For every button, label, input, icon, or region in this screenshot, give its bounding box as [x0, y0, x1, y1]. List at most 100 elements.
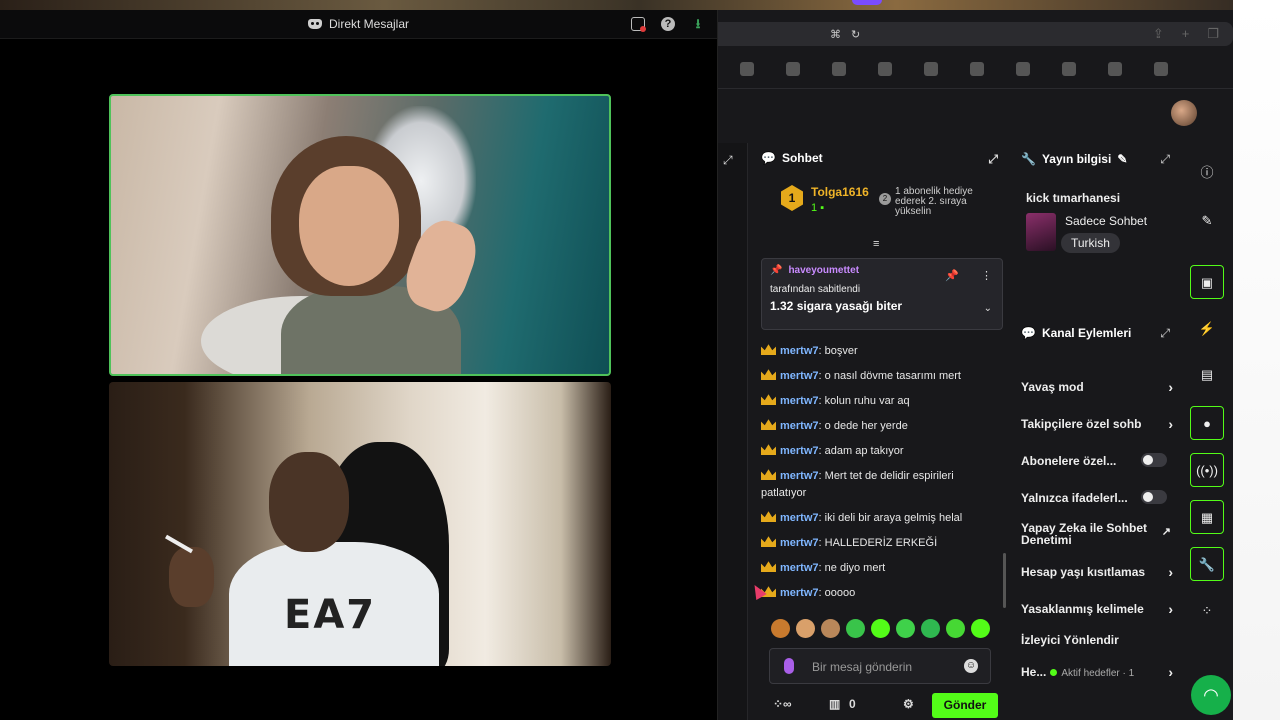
emote-icon[interactable]	[921, 619, 940, 638]
popout-icon[interactable]: ⤢	[1160, 326, 1170, 341]
bookmark-icon[interactable]	[924, 62, 938, 76]
stream-title: kick tımarhanesi	[1026, 191, 1121, 205]
bookmark-icon[interactable]	[832, 62, 846, 76]
emote-icon[interactable]	[946, 619, 965, 638]
message-list: mertw7: boşver mertw7: o nasıl dövme tas…	[761, 343, 1001, 610]
emote-icon[interactable]	[896, 619, 915, 638]
pin-icon: 📌	[770, 265, 783, 276]
video-tile-girl[interactable]	[109, 94, 611, 376]
subs-only-toggle[interactable]	[1141, 453, 1167, 467]
account-age-row[interactable]: Hesap yaşı kısıtlamas ›	[1021, 564, 1173, 580]
banned-words-row[interactable]: Yasaklanmış kelimele ›	[1021, 601, 1173, 617]
emoji-icon[interactable]: ☺	[964, 659, 978, 673]
crown-icon	[761, 369, 776, 380]
emote-icon[interactable]	[971, 619, 990, 638]
bookmark-icon[interactable]	[1016, 62, 1030, 76]
desktop-edge	[1233, 0, 1280, 720]
community-icon[interactable]: ⁘∞	[773, 697, 792, 711]
support-headset-icon[interactable]: ◠	[1191, 675, 1231, 715]
bookmark-icon[interactable]	[1062, 62, 1076, 76]
followers-only-row[interactable]: Takipçilere özel sohb ›	[1021, 416, 1173, 432]
pinned-text: 1.32 sigara yasağı biter	[770, 299, 903, 313]
user-avatar[interactable]	[1171, 100, 1197, 126]
notes-icon[interactable]: ▤	[1190, 358, 1224, 392]
translate-icon[interactable]: ⌘	[830, 28, 841, 41]
emote-icon[interactable]	[871, 619, 890, 638]
slow-mode-row[interactable]: Yavaş mod ›	[1021, 379, 1173, 395]
participant-girl	[261, 136, 485, 374]
bookmark-icon[interactable]	[1108, 62, 1122, 76]
dashboard-rail: ⓘ ✎ ▣ ⚡ ▤ ● ((•)) ▦ 🔧 ⁘ ◠	[1183, 143, 1233, 720]
bookmark-icon[interactable]	[786, 62, 800, 76]
bookmark-icon[interactable]	[1154, 62, 1168, 76]
send-button[interactable]: Gönder	[932, 693, 998, 718]
lightning-icon[interactable]: ⚡	[1190, 312, 1224, 346]
emote-icon[interactable]	[796, 619, 815, 638]
more-icon[interactable]: ⋮	[981, 269, 992, 282]
emotes-only-row[interactable]: Yalnızca ifadelerl...	[1021, 490, 1173, 505]
chat-message: mertw7: o nasıl dövme tasarımı mert	[761, 368, 1001, 385]
chat-bubble-icon: 💬	[1021, 326, 1036, 340]
language-tag[interactable]: Turkish	[1061, 233, 1120, 253]
points-count: 0	[849, 697, 856, 711]
settings-gear-icon[interactable]: ⚙	[903, 697, 914, 711]
share-icon[interactable]: ⇪	[1153, 26, 1164, 42]
stream-info-panel: 🔧 Yayın bilgisi ✎ ⤢ kick tımarhanesi Sad…	[1013, 143, 1178, 313]
chat-message: mertw7: ne diyo mert	[761, 560, 1001, 577]
chevron-down-icon[interactable]: ⌄	[984, 303, 992, 314]
help-icon[interactable]: ?	[661, 17, 675, 31]
ai-moderation-row[interactable]: Yapay Zeka ile Sohbet Denetimi ↗	[1021, 522, 1171, 546]
subs-only-row[interactable]: Abonelere özel...	[1021, 453, 1173, 468]
pinned-message[interactable]: 📌 haveyoumettet tarafından sabitlendi 1.…	[761, 258, 1003, 330]
goals-row[interactable]: He... Aktif hedefler · 1 ›	[1021, 664, 1173, 680]
stream-category[interactable]: Sadece Sohbet	[1065, 214, 1147, 228]
leaderboard-top[interactable]: 1 Tolga1616 1 ▪	[781, 185, 869, 214]
redirect-viewers-row[interactable]: İzleyici Yönlendir	[1021, 633, 1173, 647]
broadcast-icon[interactable]: ((•))	[1190, 453, 1224, 487]
leader-name: Tolga1616	[811, 185, 869, 199]
chevron-right-icon: ›	[1168, 664, 1173, 680]
screenshot-icon[interactable]: ▣	[1190, 265, 1224, 299]
tools-icon[interactable]: 🔧	[1190, 547, 1224, 581]
bookmark-icon[interactable]	[740, 62, 754, 76]
discord-window: Direkt Mesajlar ? ⭳ EA7	[0, 10, 718, 720]
message-input[interactable]: Bir mesaj gönderin ☺	[769, 648, 991, 684]
emote-icon[interactable]	[821, 619, 840, 638]
stream-info-title: 🔧 Yayın bilgisi ✎	[1021, 152, 1128, 166]
pinned-by: tarafından sabitlendi	[770, 284, 861, 295]
status-dot-icon	[1050, 669, 1058, 676]
chat-footer: ⁘∞ ▥ 0 ⚙ Gönder	[773, 693, 998, 718]
popout-icon[interactable]: ⤢	[988, 152, 998, 167]
store-icon[interactable]: ▥	[829, 697, 840, 711]
bookmark-icon[interactable]	[878, 62, 892, 76]
tabs-overview-icon[interactable]: ❐	[1207, 26, 1219, 42]
collapse-pin-icon[interactable]: ≡	[873, 238, 879, 250]
pencil-icon[interactable]: ✎	[1190, 204, 1224, 238]
info-icon[interactable]: ⓘ	[1190, 156, 1224, 190]
emote-icon[interactable]	[771, 619, 790, 638]
chat-bubble-icon: 💬	[761, 151, 776, 165]
monitor-icon[interactable]	[631, 17, 646, 32]
crown-icon	[761, 536, 776, 547]
chat-title: Sohbet	[781, 151, 823, 165]
community-icon[interactable]: ⁘	[1190, 594, 1224, 628]
chat-icon[interactable]: ●	[1190, 406, 1224, 440]
reload-icon[interactable]: ↻	[851, 28, 860, 41]
chevron-right-icon: ›	[1168, 601, 1173, 617]
microphone-icon[interactable]	[784, 658, 794, 674]
layout-icon[interactable]: ▦	[1190, 500, 1224, 534]
bookmark-icon[interactable]	[970, 62, 984, 76]
expand-icon[interactable]: ⤢	[723, 153, 733, 168]
video-tile-man[interactable]: EA7	[109, 382, 611, 666]
chat-scrollbar[interactable]	[1003, 553, 1006, 608]
popout-icon[interactable]: ⤢	[1160, 152, 1170, 167]
unpin-icon[interactable]: 📌	[945, 269, 959, 282]
crown-icon	[761, 511, 776, 522]
edit-pencil-icon[interactable]: ✎	[1117, 152, 1127, 166]
emotes-only-toggle[interactable]	[1141, 490, 1167, 504]
download-icon[interactable]: ⭳	[691, 17, 705, 31]
category-thumbnail	[1026, 213, 1056, 251]
new-tab-icon[interactable]: +	[1182, 26, 1190, 42]
emote-icon[interactable]	[846, 619, 865, 638]
leader-hint: 2 1 abonelik hediye ederek 2. sıraya yük…	[879, 187, 989, 217]
